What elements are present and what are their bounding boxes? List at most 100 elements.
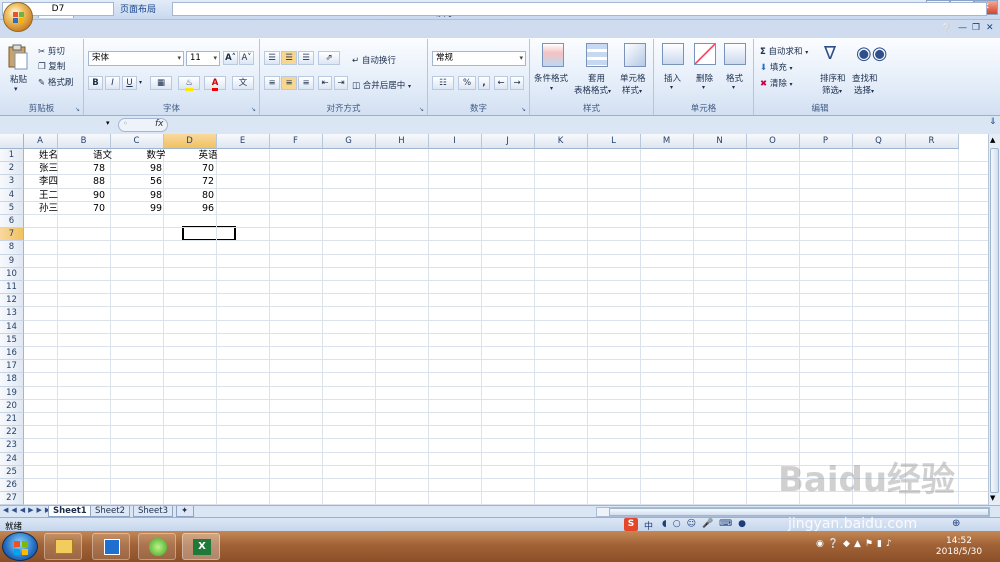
insert-cells-button[interactable]: 插入 (664, 72, 681, 84)
row-header-18[interactable]: 18 (0, 373, 24, 387)
fill-button[interactable]: ⬇ 填充 ▾ (760, 61, 793, 73)
conditional-format-button[interactable]: 条件格式 (534, 72, 568, 84)
column-header-h[interactable]: H (375, 134, 429, 149)
header-cell[interactable]: 数学 (146, 149, 166, 162)
table-cell[interactable]: 96 (196, 202, 220, 215)
workbook-close-icon[interactable]: ✕ (986, 23, 994, 33)
comma-button[interactable]: , (478, 76, 490, 90)
scroll-down-icon[interactable]: ▼ (990, 494, 995, 502)
row-header-12[interactable]: 12 (0, 294, 24, 308)
bold-button[interactable]: B (88, 76, 103, 90)
column-header-b[interactable]: B (57, 134, 111, 149)
clear-button[interactable]: ✖ 清除 ▾ (760, 77, 793, 89)
table-cell[interactable]: 90 (93, 189, 127, 202)
column-header-o[interactable]: O (746, 134, 800, 149)
column-header-m[interactable]: M (640, 134, 694, 149)
table-cell[interactable]: 孙三 (39, 202, 58, 215)
alignment-launcher-icon[interactable]: ↘ (419, 106, 424, 113)
column-header-c[interactable]: C (110, 134, 164, 149)
vertical-scrollbar[interactable]: ▲ ▼ (988, 134, 1000, 505)
help-icon[interactable]: ❔ (940, 24, 952, 35)
fill-color-button[interactable]: ♨ (178, 76, 200, 91)
column-header-k[interactable]: K (534, 134, 588, 149)
underline-button[interactable]: U (122, 76, 137, 90)
ime-toolbar-icons[interactable]: ◖○☺🎤⌨● (662, 519, 752, 529)
table-cell[interactable]: 72 (196, 175, 220, 188)
row-header-2[interactable]: 2 (0, 162, 24, 176)
row-header-9[interactable]: 9 (0, 254, 24, 268)
column-header-q[interactable]: Q (852, 134, 906, 149)
formula-input[interactable] (172, 2, 987, 16)
delete-cells-button[interactable]: 删除 (696, 72, 713, 84)
column-header-p[interactable]: P (799, 134, 853, 149)
column-header-g[interactable]: G (322, 134, 376, 149)
table-cell[interactable]: 80 (196, 189, 220, 202)
row-header-10[interactable]: 10 (0, 267, 24, 281)
row-header-1[interactable]: 1 (0, 149, 24, 163)
table-cell[interactable]: 70 (196, 162, 220, 175)
system-tray-icons[interactable]: ◉❔◆▲⚑▮♪ (816, 539, 896, 549)
active-cell-d7[interactable] (182, 226, 236, 241)
worksheet-grid[interactable]: A B C D E F G H I J K L M N O P Q R 1 2 3 4 5 6 7 8 9 10 11 12 13 14 15 1… (0, 134, 988, 505)
table-cell[interactable]: 78 (93, 162, 127, 175)
phonetic-button[interactable]: 文 (232, 76, 254, 90)
column-header-d[interactable]: D (163, 134, 217, 149)
row-header-4[interactable]: 4 (0, 188, 24, 202)
insert-sheet-icon[interactable]: ✦ (176, 506, 194, 517)
row-header-6[interactable]: 6 (0, 215, 24, 229)
number-format-select[interactable]: 常规 ▾ (432, 51, 526, 66)
align-center-button[interactable]: ≡ (281, 76, 297, 90)
italic-button[interactable]: I (105, 76, 120, 90)
clipboard-launcher-icon[interactable]: ↘ (75, 106, 80, 113)
orientation-button[interactable]: ⇗ (318, 51, 340, 65)
column-header-r[interactable]: R (905, 134, 959, 149)
font-launcher-icon[interactable]: ↘ (251, 106, 256, 113)
start-button[interactable] (2, 532, 38, 561)
format-as-table-button[interactable]: 表格格式▾ (574, 84, 611, 96)
office-button[interactable] (3, 2, 33, 32)
align-right-button[interactable]: ≡ (298, 76, 314, 90)
row-header-14[interactable]: 14 (0, 320, 24, 334)
select-all-corner[interactable] (0, 134, 24, 149)
row-header-26[interactable]: 26 (0, 479, 24, 493)
row-header-23[interactable]: 23 (0, 439, 24, 453)
row-header-5[interactable]: 5 (0, 201, 24, 215)
increase-indent-button[interactable]: ⇥ (334, 76, 348, 90)
tab-page-layout[interactable]: 页面布局 (112, 2, 164, 18)
column-header-j[interactable]: J (481, 134, 535, 149)
vertical-scroll-thumb[interactable] (990, 148, 999, 493)
align-middle-button[interactable]: ☰ (281, 51, 297, 65)
row-header-7[interactable]: 7 (0, 228, 24, 242)
grow-font-button[interactable]: A˄ (223, 51, 238, 65)
header-cell[interactable]: 语文 (93, 149, 127, 162)
font-color-button[interactable]: A (204, 76, 226, 91)
column-header-e[interactable]: E (216, 134, 270, 149)
cell-styles-button[interactable]: 样式▾ (622, 84, 642, 96)
sheet-tab-2[interactable]: Sheet2 (90, 506, 130, 517)
percent-button[interactable]: % (458, 76, 476, 90)
row-header-11[interactable]: 11 (0, 281, 24, 295)
number-launcher-icon[interactable]: ↘ (521, 106, 526, 113)
font-size-select[interactable]: 11 ▾ (186, 51, 220, 66)
table-cell[interactable]: 张三 (39, 162, 58, 175)
explorer-taskbar-button[interactable] (44, 533, 82, 560)
row-header-25[interactable]: 25 (0, 465, 24, 479)
sheet-tab-1[interactable]: Sheet1 (48, 506, 92, 517)
accounting-format-button[interactable]: ☷ (432, 76, 454, 90)
system-clock[interactable]: 14:52 2018/5/30 (920, 536, 998, 558)
row-header-24[interactable]: 24 (0, 452, 24, 466)
table-cell[interactable]: 李四 (39, 175, 58, 188)
table-cell[interactable]: 98 (146, 162, 166, 175)
table-cell[interactable]: 王二 (39, 189, 58, 202)
paste-dropdown-icon[interactable]: ▾ (14, 85, 18, 93)
row-header-8[interactable]: 8 (0, 241, 24, 255)
format-cells-button[interactable]: 格式 (726, 72, 743, 84)
row-header-21[interactable]: 21 (0, 413, 24, 427)
decrease-decimal-button[interactable]: → (510, 76, 524, 90)
table-cell[interactable]: 98 (146, 189, 166, 202)
header-cell[interactable]: 英语 (196, 149, 220, 162)
autosum-button[interactable]: Σ 自动求和 ▾ (760, 45, 808, 57)
name-box-dropdown-icon[interactable]: ▾ (106, 119, 110, 127)
row-header-22[interactable]: 22 (0, 426, 24, 440)
row-header-17[interactable]: 17 (0, 360, 24, 374)
